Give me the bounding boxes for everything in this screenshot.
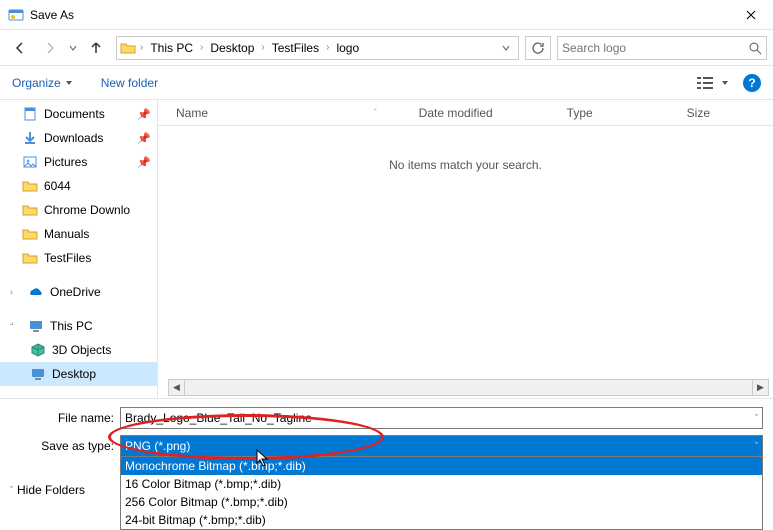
type-option[interactable]: 16 Color Bitmap (*.bmp;*.dib): [121, 475, 762, 493]
forward-button[interactable]: [36, 34, 64, 62]
folder-icon: [22, 202, 38, 218]
col-size[interactable]: Size: [687, 106, 747, 120]
organize-button[interactable]: Organize: [12, 76, 73, 90]
type-option[interactable]: 24-bit Bitmap (*.bmp;*.dib): [121, 511, 762, 529]
chevron-right-icon[interactable]: ›: [10, 287, 20, 297]
save-type-dropdown[interactable]: Monochrome Bitmap (*.bmp;*.dib)16 Color …: [120, 457, 763, 530]
back-button[interactable]: [6, 34, 34, 62]
title-bar: Save As: [0, 0, 773, 30]
tree-item[interactable]: Documents 📌: [0, 102, 157, 126]
folder-icon: [119, 39, 137, 57]
close-button[interactable]: [728, 0, 773, 30]
search-input[interactable]: [562, 41, 748, 55]
body: Documents 📌 Downloads 📌 Pictures 📌 6044 Chrome …: [0, 100, 773, 398]
breadcrumb-logo[interactable]: logo: [332, 37, 363, 59]
tree-item[interactable]: 3D Objects: [0, 338, 157, 362]
view-options-button[interactable]: [697, 76, 729, 90]
chevron-right-icon[interactable]: ›: [325, 42, 330, 53]
tree-label: Pictures: [44, 155, 87, 169]
breadcrumb-testfiles[interactable]: TestFiles: [268, 37, 323, 59]
tree-label: Chrome Downlo: [44, 203, 130, 217]
folder-icon: [30, 366, 46, 382]
folder-icon: [22, 154, 38, 170]
refresh-button[interactable]: [525, 36, 551, 60]
tree-item[interactable]: Desktop: [0, 362, 157, 386]
type-option[interactable]: 256 Color Bitmap (*.bmp;*.dib): [121, 493, 762, 511]
tree-label: OneDrive: [50, 285, 101, 299]
app-icon: [8, 7, 24, 23]
address-dropdown[interactable]: [496, 44, 516, 52]
chevron-right-icon[interactable]: ›: [139, 42, 144, 53]
hide-folders-button[interactable]: ˇ Hide Folders: [10, 483, 85, 497]
pin-icon: 📌: [137, 108, 151, 121]
save-type-label: Save as type:: [10, 439, 120, 453]
tree-item[interactable]: Pictures 📌: [0, 150, 157, 174]
folder-icon: [22, 178, 38, 194]
recent-dropdown[interactable]: [66, 34, 80, 62]
hide-folders-label: Hide Folders: [17, 483, 85, 497]
col-name[interactable]: Name: [176, 106, 416, 120]
pin-icon: 📌: [137, 132, 151, 145]
folder-icon: [22, 226, 38, 242]
onedrive-icon: [28, 284, 44, 300]
tree-label: Documents: [44, 107, 105, 121]
up-button[interactable]: [82, 34, 110, 62]
chevron-right-icon[interactable]: ›: [260, 42, 265, 53]
folder-icon: [22, 130, 38, 146]
tree-thispc[interactable]: › This PC: [0, 314, 157, 338]
save-type-value: PNG (*.png): [125, 439, 190, 453]
file-name-value: Brady_Logo_Blue_Tall_No_Tagline: [125, 411, 755, 425]
tree-label: 6044: [44, 179, 71, 193]
column-headers[interactable]: Name ˆ Date modified Type Size: [158, 100, 773, 126]
tree-item[interactable]: Downloads 📌: [0, 126, 157, 150]
empty-message: No items match your search.: [158, 158, 773, 172]
organize-label: Organize: [12, 76, 61, 90]
scroll-right-button[interactable]: ▶: [752, 379, 769, 396]
navigation-tree[interactable]: Documents 📌 Downloads 📌 Pictures 📌 6044 Chrome …: [0, 100, 158, 398]
chevron-down-icon[interactable]: ˇ: [755, 441, 758, 451]
chevron-down-icon: ˇ: [10, 485, 13, 495]
breadcrumb-thispc[interactable]: This PC: [146, 37, 197, 59]
save-type-select[interactable]: PNG (*.png) ˇ: [120, 435, 763, 457]
tree-item[interactable]: Manuals: [0, 222, 157, 246]
tree-label: Downloads: [44, 131, 103, 145]
tree-item[interactable]: TestFiles: [0, 246, 157, 270]
help-button[interactable]: ?: [743, 74, 761, 92]
tree-onedrive[interactable]: › OneDrive: [0, 280, 157, 304]
tree-label: This PC: [50, 319, 93, 333]
new-folder-button[interactable]: New folder: [101, 76, 158, 90]
search-icon[interactable]: [748, 41, 762, 55]
pin-icon: 📌: [137, 156, 151, 169]
col-type[interactable]: Type: [567, 106, 687, 120]
folder-icon: [22, 106, 38, 122]
file-list-pane: Name ˆ Date modified Type Size No items …: [158, 100, 773, 398]
chevron-down-icon[interactable]: ˇ: [755, 413, 758, 423]
thispc-icon: [28, 318, 44, 334]
scroll-left-button[interactable]: ◀: [168, 379, 185, 396]
toolbar: Organize New folder ?: [0, 66, 773, 100]
scroll-track[interactable]: [185, 379, 752, 396]
folder-icon: [30, 342, 46, 358]
tree-label: TestFiles: [44, 251, 91, 265]
tree-label: Desktop: [52, 367, 96, 381]
sort-caret-icon: ˆ: [374, 108, 377, 117]
address-bar[interactable]: › This PC › Desktop › TestFiles › logo: [116, 36, 519, 60]
horizontal-scrollbar[interactable]: ◀ ▶: [168, 379, 769, 396]
chevron-right-icon[interactable]: ›: [199, 42, 204, 53]
type-option[interactable]: Monochrome Bitmap (*.bmp;*.dib): [121, 457, 762, 475]
window-title: Save As: [30, 8, 728, 22]
col-date[interactable]: Date modified: [419, 106, 567, 120]
save-form: File name: Brady_Logo_Blue_Tall_No_Tagli…: [0, 398, 773, 467]
file-name-input[interactable]: Brady_Logo_Blue_Tall_No_Tagline ˇ: [120, 407, 763, 429]
search-box[interactable]: [557, 36, 767, 60]
tree-label: Manuals: [44, 227, 89, 241]
tree-label: 3D Objects: [52, 343, 111, 357]
tree-item[interactable]: 6044: [0, 174, 157, 198]
breadcrumb-desktop[interactable]: Desktop: [206, 37, 258, 59]
folder-icon: [22, 250, 38, 266]
chevron-down-icon[interactable]: ›: [8, 319, 22, 333]
tree-item[interactable]: Chrome Downlo: [0, 198, 157, 222]
nav-bar: › This PC › Desktop › TestFiles › logo: [0, 30, 773, 66]
file-name-label: File name:: [10, 411, 120, 425]
